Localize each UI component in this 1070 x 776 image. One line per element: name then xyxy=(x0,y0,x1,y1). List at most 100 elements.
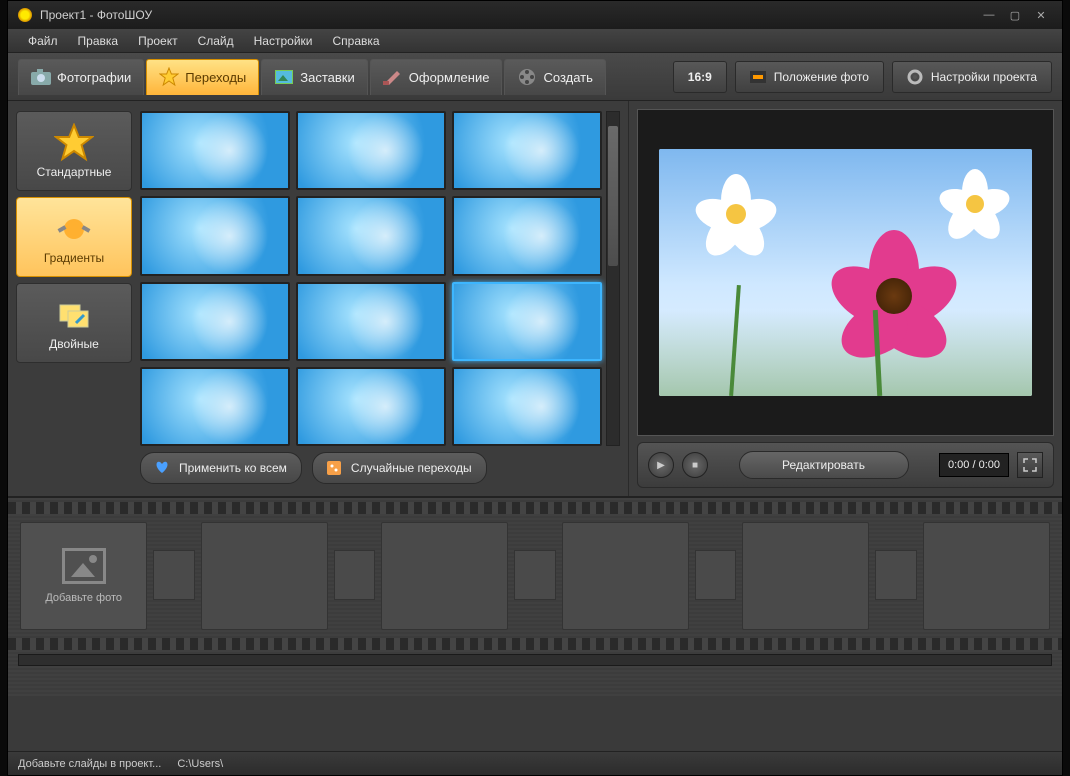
transition-thumb[interactable] xyxy=(296,196,446,275)
grid-scrollbar[interactable] xyxy=(606,111,620,446)
category-standard[interactable]: Стандартные xyxy=(16,111,132,191)
timeline-slot-empty[interactable] xyxy=(562,522,689,630)
heart-icon xyxy=(155,461,171,475)
menu-project[interactable]: Проект xyxy=(128,31,188,51)
brush-icon xyxy=(383,67,403,87)
project-settings-button[interactable]: Настройки проекта xyxy=(892,61,1052,93)
timeline-slot-empty[interactable] xyxy=(381,522,508,630)
transition-thumb[interactable] xyxy=(452,196,602,275)
transition-thumb[interactable] xyxy=(452,367,602,446)
gear-icon xyxy=(907,70,923,84)
status-hint: Добавьте слайды в проект... xyxy=(18,758,161,770)
tab-design[interactable]: Оформление xyxy=(370,59,503,95)
film-perforation-bottom xyxy=(8,638,1062,650)
timeline-gap[interactable] xyxy=(514,550,555,600)
stop-button[interactable]: ■ xyxy=(682,452,708,478)
category-column: Стандартные Градиенты Двойные xyxy=(16,111,132,488)
position-icon xyxy=(750,70,766,84)
category-gradients[interactable]: Градиенты xyxy=(16,197,132,277)
camera-icon xyxy=(31,67,51,87)
maximize-button[interactable]: ▢ xyxy=(1004,6,1026,24)
scroll-thumb[interactable] xyxy=(608,126,618,266)
transition-grid xyxy=(140,111,620,446)
play-button[interactable]: ▶ xyxy=(648,452,674,478)
transition-thumb[interactable] xyxy=(296,367,446,446)
reel-icon xyxy=(517,67,537,87)
toolbar: Фотографии Переходы Заставки Оформление … xyxy=(8,53,1062,101)
edit-label: Редактировать xyxy=(782,458,865,472)
project-settings-label: Настройки проекта xyxy=(931,70,1037,84)
add-photo-label: Добавьте фото xyxy=(45,592,122,604)
timeline-slot-add[interactable]: Добавьте фото xyxy=(20,522,147,630)
timeline-slot-empty[interactable] xyxy=(923,522,1050,630)
aspect-ratio-label: 16:9 xyxy=(688,70,712,84)
preview-image xyxy=(659,149,1033,396)
placeholder-icon xyxy=(62,548,106,584)
preview-controls: ▶ ■ Редактировать 0:00 / 0:00 xyxy=(637,442,1054,488)
time-label: 0:00 / 0:00 xyxy=(948,459,1000,471)
timeline-slot-empty[interactable] xyxy=(742,522,869,630)
random-icon xyxy=(327,461,343,475)
double-icon xyxy=(54,295,94,335)
transition-thumb[interactable] xyxy=(140,196,290,275)
menu-file[interactable]: Файл xyxy=(18,31,68,51)
transition-thumb-selected[interactable] xyxy=(452,282,602,361)
category-gradients-label: Градиенты xyxy=(44,251,104,265)
tab-transitions[interactable]: Переходы xyxy=(146,59,259,95)
transition-thumb[interactable] xyxy=(296,111,446,190)
transition-thumb[interactable] xyxy=(296,282,446,361)
random-label: Случайные переходы xyxy=(351,461,472,475)
menu-slide[interactable]: Слайд xyxy=(188,31,244,51)
tab-splash[interactable]: Заставки xyxy=(261,59,367,95)
tab-photos[interactable]: Фотографии xyxy=(18,59,144,95)
fullscreen-button[interactable] xyxy=(1017,452,1043,478)
transition-thumb[interactable] xyxy=(140,111,290,190)
tab-splash-label: Заставки xyxy=(300,70,354,85)
timeline-slot-empty[interactable] xyxy=(201,522,328,630)
menu-settings[interactable]: Настройки xyxy=(244,31,323,51)
transition-thumb[interactable] xyxy=(452,111,602,190)
category-double[interactable]: Двойные xyxy=(16,283,132,363)
photo-position-label: Положение фото xyxy=(774,70,869,84)
menu-edit[interactable]: Правка xyxy=(68,31,129,51)
titlebar: Проект1 - ФотоШОУ — ▢ ✕ xyxy=(8,1,1062,29)
tab-create-label: Создать xyxy=(543,70,592,85)
preview-panel: ▶ ■ Редактировать 0:00 / 0:00 xyxy=(628,101,1062,496)
timeline-gap[interactable] xyxy=(875,550,916,600)
statusbar: Добавьте слайды в проект... C:\Users\ xyxy=(8,751,1062,775)
picture-icon xyxy=(274,67,294,87)
timeline-gap[interactable] xyxy=(695,550,736,600)
film-perforation-top xyxy=(8,502,1062,514)
close-button[interactable]: ✕ xyxy=(1030,6,1052,24)
left-panel: Стандартные Градиенты Двойные xyxy=(8,101,628,496)
category-standard-label: Стандартные xyxy=(37,165,112,179)
apply-all-button[interactable]: Применить ко всем xyxy=(140,452,302,484)
photo-position-button[interactable]: Положение фото xyxy=(735,61,884,93)
minimize-button[interactable]: — xyxy=(978,6,1000,24)
transition-thumb[interactable] xyxy=(140,282,290,361)
tab-transitions-label: Переходы xyxy=(185,70,246,85)
star-icon xyxy=(159,67,179,87)
timeline-gap[interactable] xyxy=(153,550,194,600)
window-title: Проект1 - ФотоШОУ xyxy=(40,8,152,22)
time-display: 0:00 / 0:00 xyxy=(939,453,1009,477)
edit-button[interactable]: Редактировать xyxy=(739,451,909,479)
tab-photos-label: Фотографии xyxy=(57,70,131,85)
tab-design-label: Оформление xyxy=(409,70,490,85)
transition-thumb[interactable] xyxy=(140,367,290,446)
timeline-scrollbar[interactable] xyxy=(18,654,1052,666)
preview-viewport xyxy=(637,109,1054,436)
gradient-icon xyxy=(54,209,94,249)
aspect-ratio-button[interactable]: 16:9 xyxy=(673,61,727,93)
timeline-gap[interactable] xyxy=(334,550,375,600)
star-icon xyxy=(54,123,94,163)
menu-help[interactable]: Справка xyxy=(322,31,389,51)
tab-create[interactable]: Создать xyxy=(504,59,605,95)
random-button[interactable]: Случайные переходы xyxy=(312,452,487,484)
category-double-label: Двойные xyxy=(49,337,99,351)
menubar: Файл Правка Проект Слайд Настройки Справ… xyxy=(8,29,1062,53)
status-path: C:\Users\ xyxy=(177,758,223,770)
apply-all-label: Применить ко всем xyxy=(179,461,287,475)
timeline: Добавьте фото xyxy=(8,496,1062,696)
app-icon xyxy=(18,8,32,22)
